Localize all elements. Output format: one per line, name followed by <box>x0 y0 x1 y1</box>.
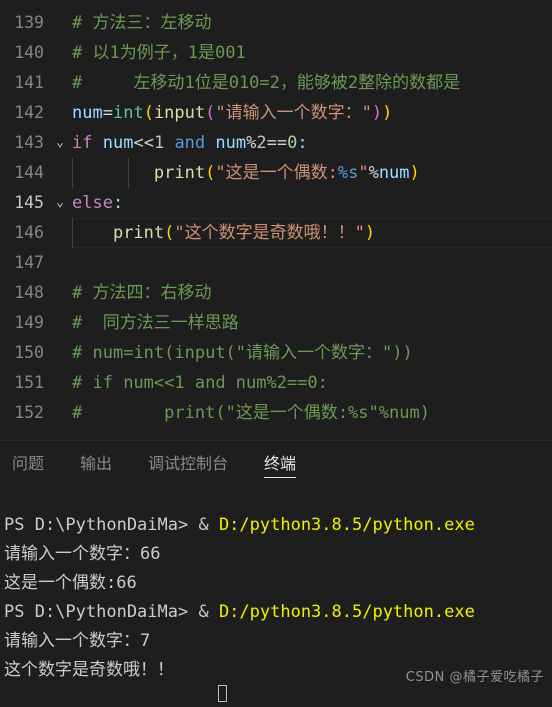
terminal-cursor-line <box>0 685 552 702</box>
code-line[interactable]: 149 # 同方法三一样思路 <box>0 308 552 338</box>
terminal-line: 请输入一个数字：66 <box>4 544 161 564</box>
code-line[interactable]: 152 # print("这是一个偶数:%s"%num) <box>0 398 552 428</box>
code-line[interactable]: 141 # 左移动1位是010=2，能够被2整除的数都是 <box>0 68 552 98</box>
code-content: else: <box>72 193 124 213</box>
code-content: print("这个数字是奇数哦！！") <box>112 223 376 243</box>
code-content: # 方法四：右移动 <box>72 283 212 303</box>
code-content: if num<<1 and num%2==0: <box>72 133 308 153</box>
line-number: 139 <box>14 13 44 32</box>
code-content: # 左移动1位是010=2，能够被2整除的数都是 <box>72 73 461 93</box>
line-number: 141 <box>14 73 44 92</box>
code-content: # print("这是一个偶数:%s"%num) <box>72 403 430 423</box>
chevron-down-icon[interactable]: ⌄ <box>52 128 68 158</box>
bottom-panel[interactable]: 问题 输出 调试控制台 终端 PS D:\PythonDaiMa> & D:/p… <box>0 440 552 707</box>
code-line[interactable]: 140 # 以1为例子，1是001 <box>0 38 552 68</box>
line-number: 147 <box>14 253 44 272</box>
line-number: 138 <box>0 0 44 8</box>
line-number: 140 <box>14 43 44 62</box>
tab-debug-console[interactable]: 调试控制台 <box>138 441 238 486</box>
line-number: 146 <box>14 223 44 242</box>
line-number: 152 <box>14 403 44 422</box>
terminal-prompt: PS D:\PythonDaiMa> & <box>4 602 219 622</box>
terminal-prompt: PS D:\PythonDaiMa> & <box>4 515 219 535</box>
panel-tab-bar[interactable]: 问题 输出 调试控制台 终端 <box>0 441 552 486</box>
code-line[interactable]: 147 <box>0 248 552 278</box>
code-content: # if num<<1 and num%2==0: <box>72 373 328 393</box>
code-content: # 方法三：左移动 <box>72 13 212 33</box>
chevron-down-icon[interactable]: ⌄ <box>52 188 68 218</box>
terminal-command-path: D:/python3.8.5/python.exe <box>218 515 475 535</box>
code-line-active[interactable]: 145 ⌄ else: <box>0 188 552 248</box>
code-content: num=int(input("请输入一个数字：")) <box>72 103 393 123</box>
code-line[interactable]: 143 ⌄ if num<<1 and num%2==0: <box>0 128 552 158</box>
line-number: 145 <box>14 193 44 212</box>
code-line[interactable]: 139 # 方法三：左移动 <box>0 8 552 38</box>
code-content: # 同方法三一样思路 <box>72 313 239 333</box>
line-number: 142 <box>14 103 44 122</box>
code-editor[interactable]: 138 139 # 方法三：左移动 140 # 以1为例子，1是001 141 … <box>0 0 552 440</box>
tab-terminal[interactable]: 终端 <box>254 441 306 486</box>
code-content: print("这是一个偶数:%s"%num) <box>153 163 420 183</box>
tab-output[interactable]: 输出 <box>70 441 122 486</box>
terminal-line: PS D:\PythonDaiMa> & D:/python3.8.5/pyth… <box>0 598 552 627</box>
line-number: 148 <box>14 283 44 302</box>
terminal-line: PS D:\PythonDaiMa> & D:/python3.8.5/pyth… <box>0 511 552 540</box>
code-content: # 以1为例子，1是001 <box>72 43 246 63</box>
line-number: 151 <box>14 373 44 392</box>
terminal-line: 请输入一个数字：7 <box>4 631 151 651</box>
code-line[interactable]: 151 # if num<<1 and num%2==0: <box>0 368 552 398</box>
line-number: 149 <box>14 313 44 332</box>
code-content: # num=int(input("请输入一个数字：")) <box>72 343 413 363</box>
line-number: 143 <box>14 133 44 152</box>
code-line[interactable]: 146 print("这个数字是奇数哦！！") <box>0 218 552 248</box>
line-number: 150 <box>14 343 44 362</box>
code-line-partial: 138 <box>0 0 552 8</box>
code-line[interactable]: 150 # num=int(input("请输入一个数字：")) <box>0 338 552 368</box>
code-line[interactable]: 144 print("这是一个偶数:%s"%num) <box>0 158 552 188</box>
terminal-command-path: D:/python3.8.5/python.exe <box>218 602 475 622</box>
tab-problems[interactable]: 问题 <box>2 441 54 486</box>
terminal-line: 这是一个偶数:66 <box>4 573 137 593</box>
code-line[interactable]: 142 num=int(input("请输入一个数字：")) <box>0 98 552 128</box>
line-number: 144 <box>14 163 44 182</box>
terminal-cursor <box>218 685 227 702</box>
code-line[interactable]: 148 # 方法四：右移动 <box>0 278 552 308</box>
watermark-text: CSDN @橘子爱吃橘子 <box>405 670 544 685</box>
